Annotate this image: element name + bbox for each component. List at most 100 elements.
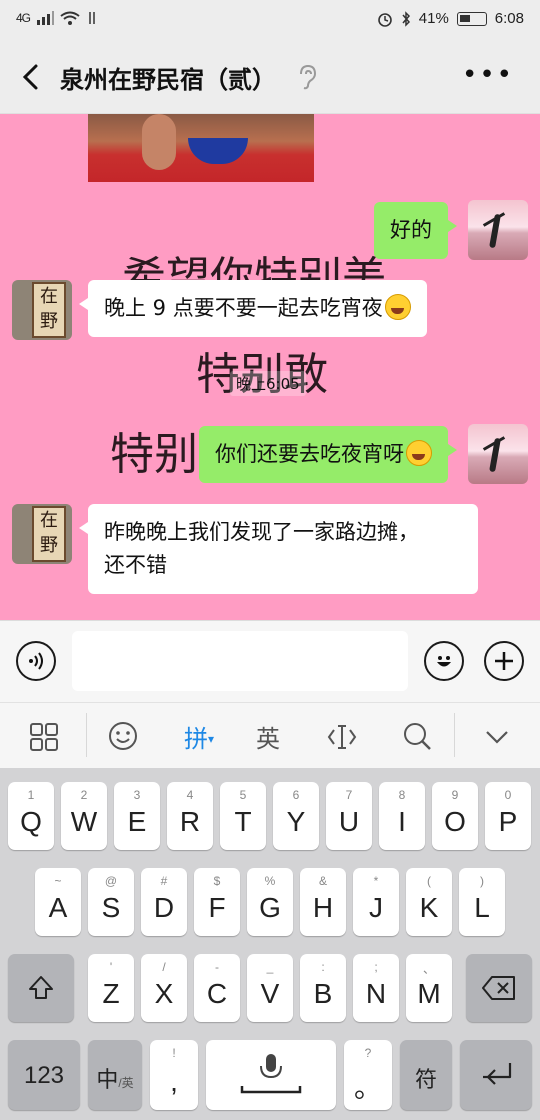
key-label: E bbox=[127, 806, 147, 837]
lang-main-label: 中 bbox=[96, 1067, 119, 1092]
key-hint: 1 bbox=[27, 788, 35, 802]
symbols-key[interactable]: 符 bbox=[400, 1040, 452, 1110]
ime-pinyin-mode[interactable]: 拼▾ bbox=[184, 719, 214, 754]
message-text: 好的 bbox=[390, 218, 432, 242]
bluetooth-icon bbox=[402, 10, 410, 27]
key-label: W bbox=[70, 806, 98, 837]
key-hint: ) bbox=[480, 874, 484, 888]
back-arrow-icon[interactable] bbox=[16, 60, 46, 94]
ime-emoji-icon[interactable] bbox=[108, 721, 138, 751]
key-label: R bbox=[179, 806, 201, 837]
signal-bars-icon bbox=[37, 11, 55, 25]
key-c[interactable]: -C bbox=[194, 954, 240, 1022]
more-functions-button[interactable] bbox=[484, 641, 524, 681]
voice-input-button[interactable] bbox=[16, 641, 56, 681]
key-w[interactable]: 2W bbox=[61, 782, 107, 850]
key-o[interactable]: 9O bbox=[432, 782, 478, 850]
more-options-icon[interactable]: ••• bbox=[462, 62, 514, 88]
search-icon[interactable] bbox=[402, 721, 432, 751]
key-x[interactable]: / X bbox=[141, 954, 187, 1022]
key-hint: ! bbox=[172, 1046, 176, 1060]
key-m[interactable]: 、 M bbox=[406, 954, 452, 1022]
keyboard: 1Q2W3E4R5T6Y7U8I9O0P ~ A @ S # D $ F% G & H * J(K) L … bbox=[0, 768, 540, 1120]
key-hint: ; bbox=[374, 960, 378, 974]
key-hint: 6 bbox=[292, 788, 300, 802]
collapse-keyboard-icon[interactable] bbox=[484, 729, 510, 745]
key-hint: ~ bbox=[54, 874, 62, 888]
key-label: V bbox=[260, 978, 280, 1009]
key-label: Y bbox=[286, 806, 306, 837]
key-hint: 9 bbox=[451, 788, 459, 802]
symbols-key-label: 符 bbox=[414, 1067, 437, 1092]
key-j[interactable]: * J bbox=[353, 868, 399, 936]
shift-arrow-icon bbox=[29, 976, 53, 999]
avatar-sign-text: 在野 bbox=[32, 506, 66, 562]
backspace-key[interactable] bbox=[466, 954, 532, 1022]
message-bubble-incoming[interactable]: 晚上 9 点要不要一起去吃宵夜 bbox=[79, 280, 427, 337]
key-hint: ? bbox=[364, 1046, 372, 1060]
toolbar-divider bbox=[454, 713, 455, 757]
key-u[interactable]: 7U bbox=[326, 782, 372, 850]
emoji-button[interactable] bbox=[424, 641, 464, 681]
key-label: C bbox=[206, 978, 228, 1009]
microphone-icon bbox=[240, 1054, 302, 1094]
key-n[interactable]: ; N bbox=[353, 954, 399, 1022]
lang-sub-label: /英 bbox=[118, 1076, 134, 1090]
key-i[interactable]: 8I bbox=[379, 782, 425, 850]
ime-english-mode[interactable]: 英 bbox=[256, 719, 280, 754]
key-v[interactable]: _ V bbox=[247, 954, 293, 1022]
key-label: O bbox=[444, 806, 466, 837]
chat-area[interactable]: 希望你特别美 特别敢 特别 好的 在野 晚上 9 点要不要一起去吃宵夜 晚上6:… bbox=[0, 114, 540, 620]
message-bubble-incoming[interactable]: 昨晚晚上我们发现了一家路边摊， 还不错 bbox=[79, 504, 478, 594]
blushing-smile-emoji-icon bbox=[384, 294, 411, 320]
key-t[interactable]: 5T bbox=[220, 782, 266, 850]
key-p[interactable]: 0P bbox=[485, 782, 531, 850]
key-label: D bbox=[153, 892, 175, 923]
enter-key[interactable] bbox=[460, 1040, 532, 1110]
key-z[interactable]: ' Z bbox=[88, 954, 134, 1022]
key-k[interactable]: (K bbox=[406, 868, 452, 936]
contact-avatar[interactable]: 在野 bbox=[12, 504, 72, 564]
message-bubble-outgoing[interactable]: 你们还要去吃夜宵呀 bbox=[199, 426, 457, 483]
cursor-edit-icon[interactable] bbox=[326, 723, 358, 751]
key-a[interactable]: ~ A bbox=[35, 868, 81, 936]
language-switch-key[interactable]: 中/英 bbox=[88, 1040, 142, 1110]
message-input[interactable] bbox=[72, 631, 408, 691]
my-avatar[interactable] bbox=[468, 424, 528, 484]
key-e[interactable]: 3E bbox=[114, 782, 160, 850]
key-q[interactable]: 1Q bbox=[8, 782, 54, 850]
key-hint: ( bbox=[427, 874, 431, 888]
key-d[interactable]: # D bbox=[141, 868, 187, 936]
comma-key[interactable]: ! , bbox=[150, 1040, 198, 1110]
battery-icon bbox=[456, 11, 487, 26]
key-hint: 2 bbox=[80, 788, 88, 802]
key-hint: 5 bbox=[239, 788, 247, 802]
message-bubble-outgoing[interactable]: 好的 bbox=[374, 202, 457, 259]
key-hint: ' bbox=[109, 960, 113, 974]
key-b[interactable]: :B bbox=[300, 954, 346, 1022]
key-h[interactable]: & H bbox=[300, 868, 346, 936]
key-hint: 、 bbox=[422, 962, 435, 976]
key-r[interactable]: 4R bbox=[167, 782, 213, 850]
ime-grid-icon[interactable] bbox=[30, 723, 58, 751]
key-label: A bbox=[48, 892, 68, 923]
key-hint: 3 bbox=[133, 788, 141, 802]
key-f[interactable]: $ F bbox=[194, 868, 240, 936]
key-y[interactable]: 6Y bbox=[273, 782, 319, 850]
my-avatar[interactable] bbox=[468, 200, 528, 260]
key-label: P bbox=[498, 806, 518, 837]
numbers-key[interactable]: 123 bbox=[8, 1040, 80, 1110]
key-g[interactable]: % G bbox=[247, 868, 293, 936]
period-key[interactable]: ? 。 bbox=[344, 1040, 392, 1110]
key-s[interactable]: @ S bbox=[88, 868, 134, 936]
numbers-key-label: 123 bbox=[23, 1062, 65, 1089]
key-label: L bbox=[474, 892, 490, 923]
key-l[interactable]: ) L bbox=[459, 868, 505, 936]
shift-key[interactable] bbox=[8, 954, 74, 1022]
plus-icon bbox=[495, 652, 513, 670]
message-timestamp: 晚上6:05 bbox=[230, 371, 306, 396]
key-label: U bbox=[338, 806, 360, 837]
pinyin-dropdown-icon: ▾ bbox=[208, 732, 215, 746]
space-key[interactable] bbox=[206, 1040, 336, 1110]
contact-avatar[interactable]: 在野 bbox=[12, 280, 72, 340]
